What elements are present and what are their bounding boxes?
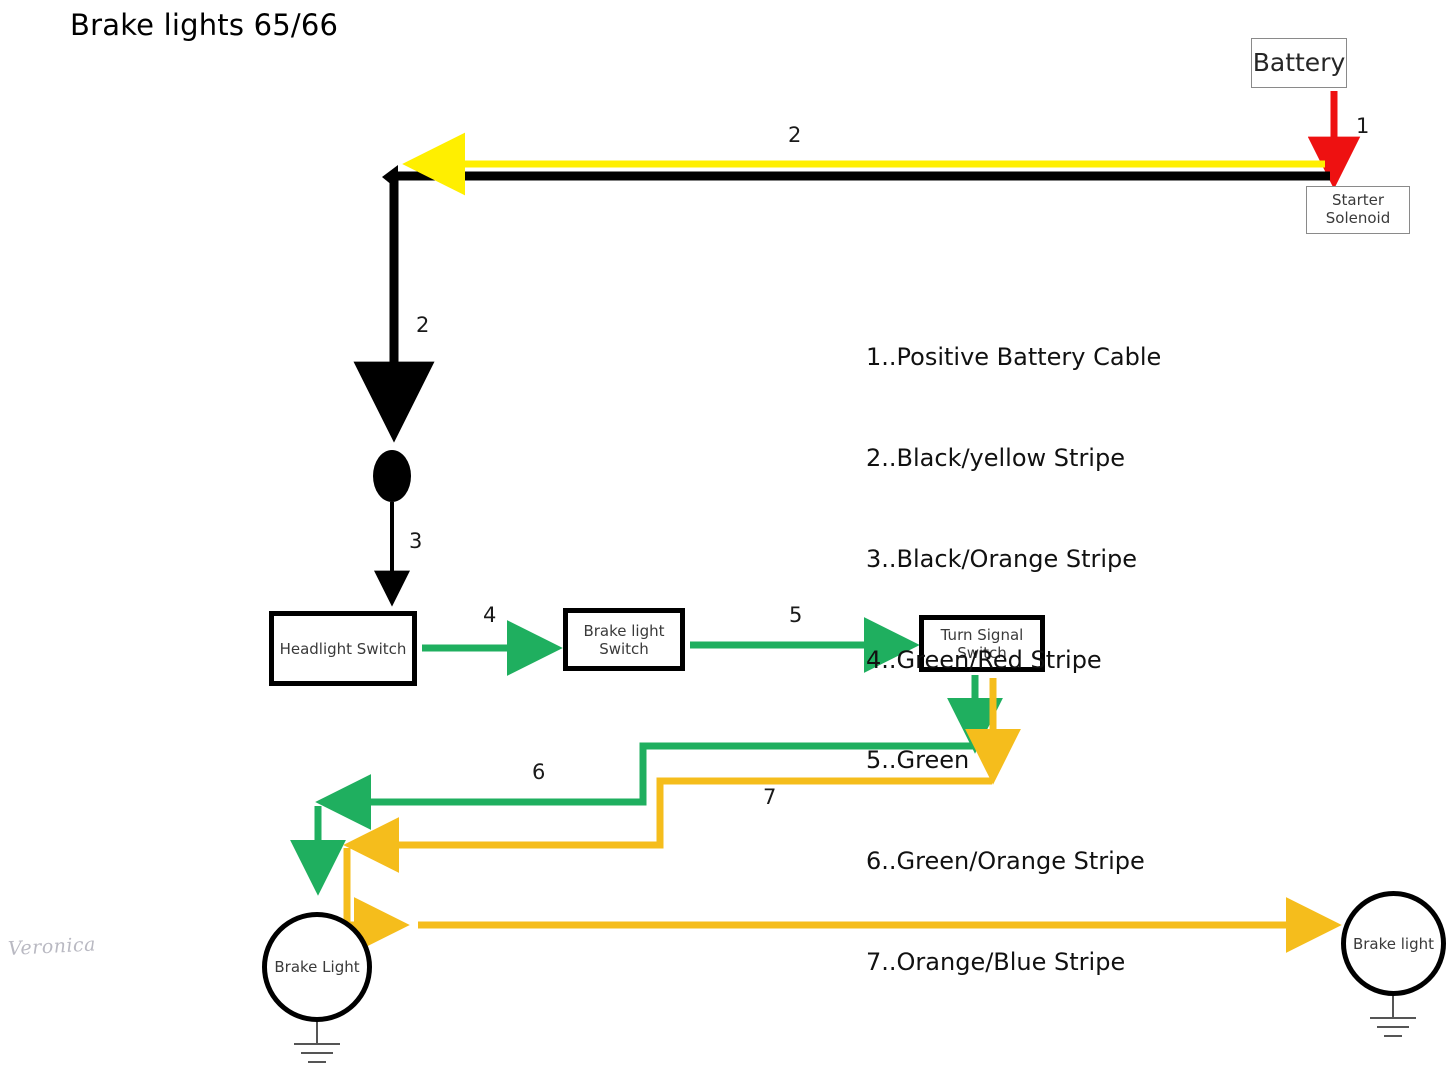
legend-item-4: 4..Green/Red Stripe <box>866 645 1102 674</box>
legend-item-5: 5..Green <box>866 746 970 775</box>
legend-item-2: 2..Black/yellow Stripe <box>866 443 1125 472</box>
wire-layer <box>290 91 1416 1063</box>
wire-label-2-top: 2 <box>788 123 802 147</box>
brake-light-left[interactable]: Brake Light <box>262 912 372 1022</box>
legend-item-3: 3..Black/Orange Stripe <box>866 544 1138 573</box>
wire-label-6: 6 <box>532 760 546 784</box>
page-title: Brake lights 65/66 <box>70 8 339 42</box>
legend-item-7: 7..Orange/Blue Stripe <box>866 947 1126 976</box>
wire-color-legend: 1..Positive Battery Cable 2..Black/yello… <box>866 274 1161 1047</box>
author-signature: Veronica <box>7 933 97 960</box>
wire-label-1: 1 <box>1356 114 1370 138</box>
wire-label-3: 3 <box>409 529 423 553</box>
starter-solenoid-box[interactable]: Starter Solenoid <box>1306 186 1410 234</box>
legend-item-1: 1..Positive Battery Cable <box>866 343 1162 372</box>
wire-label-5: 5 <box>789 603 803 627</box>
brake-light-switch-box[interactable]: Brake light Switch <box>563 608 685 671</box>
battery-label: Battery <box>1252 48 1346 78</box>
starter-solenoid-label: Starter Solenoid <box>1325 191 1391 227</box>
wiring-diagram-canvas: Brake lights 65/66 Battery Starter Solen… <box>0 0 1450 1072</box>
brake-light-right-label: Brake light <box>1352 934 1435 953</box>
splice-junction <box>373 450 411 502</box>
wire-label-7: 7 <box>763 785 777 809</box>
ground-symbol-right <box>1370 995 1416 1037</box>
brake-light-left-label: Brake Light <box>274 958 360 976</box>
wire-label-2-vertical: 2 <box>416 313 430 337</box>
headlight-switch-box[interactable]: Headlight Switch <box>269 611 417 686</box>
brake-light-right[interactable]: Brake light <box>1341 891 1446 996</box>
brake-light-switch-label: Brake light Switch <box>583 621 665 658</box>
battery-box[interactable]: Battery <box>1251 38 1347 88</box>
ground-symbol-left <box>294 1021 340 1063</box>
legend-item-6: 6..Green/Orange Stripe <box>866 847 1145 876</box>
wire-label-4: 4 <box>483 603 497 627</box>
wire-2-black-yellow-stripe <box>353 132 1330 443</box>
headlight-switch-label: Headlight Switch <box>279 639 407 658</box>
